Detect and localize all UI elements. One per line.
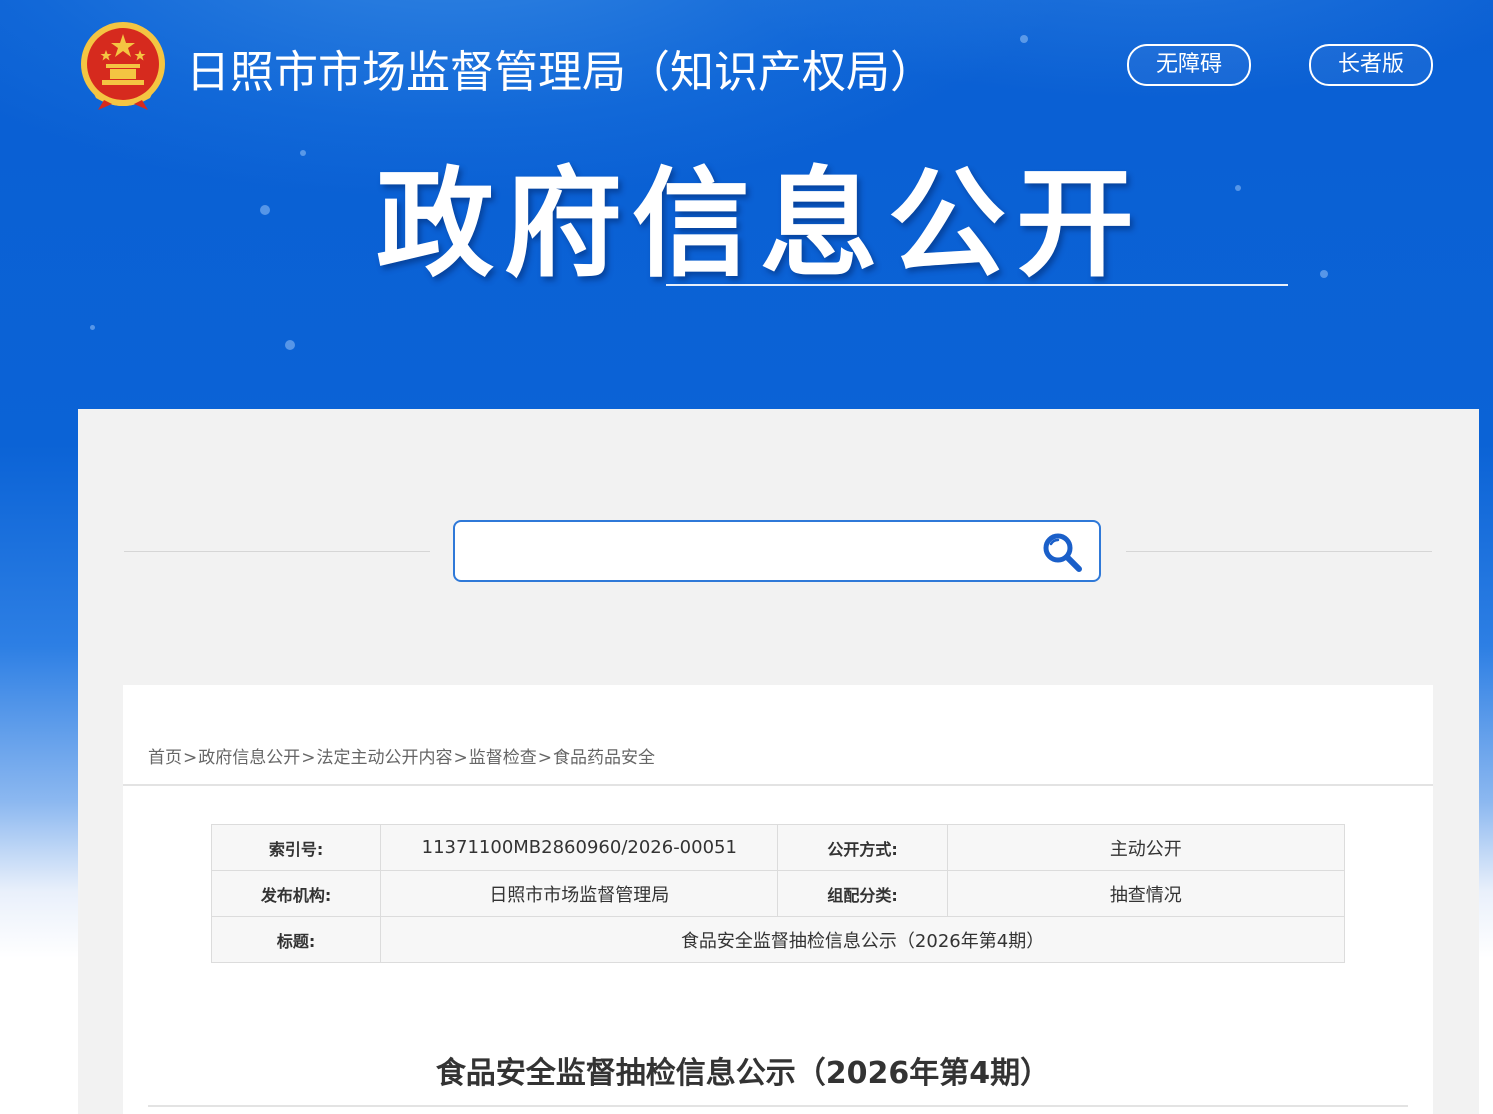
index-label: 索引号: <box>210 824 382 871</box>
breadcrumb-separator: > <box>183 748 198 768</box>
elderly-mode-button[interactable]: 长者版 <box>1309 44 1433 86</box>
breadcrumb-divider <box>123 784 1433 786</box>
title-label: 标题: <box>210 916 382 963</box>
table-row: 索引号: 11371100MB2860960/2026-00051 公开方式: … <box>210 824 1346 871</box>
search-box <box>453 520 1101 582</box>
breadcrumb-separator: > <box>301 748 316 768</box>
table-row: 标题: 食品安全监督抽检信息公示（2026年第4期） <box>210 916 1345 963</box>
site-name: 日照市市场监督管理局（知识产权局） <box>186 47 934 98</box>
main-container: 首页>政府信息公开>法定主动公开内容>监督检查>食品药品安全 索引号: 1137… <box>78 409 1479 1114</box>
info-meta-table: 索引号: 11371100MB2860960/2026-00051 公开方式: … <box>210 824 1346 963</box>
index-value: 11371100MB2860960/2026-00051 <box>380 824 779 871</box>
disclosure-label: 公开方式: <box>777 824 948 871</box>
sparkle-dot <box>1235 185 1241 191</box>
breadcrumb-gov-info[interactable]: 政府信息公开 <box>198 748 300 768</box>
breadcrumb-home[interactable]: 首页 <box>148 748 182 768</box>
publisher-value: 日照市市场监督管理局 <box>380 870 779 917</box>
sparkle-dot <box>1020 35 1028 43</box>
accessibility-button[interactable]: 无障碍 <box>1127 44 1251 86</box>
search-input[interactable] <box>469 532 1013 572</box>
category-label: 组配分类: <box>777 870 948 917</box>
content-panel: 首页>政府信息公开>法定主动公开内容>监督检查>食品药品安全 索引号: 1137… <box>123 685 1433 1114</box>
search-decor-line <box>124 551 430 552</box>
article-divider <box>148 1105 1408 1107</box>
title-value: 食品安全监督抽检信息公示（2026年第4期） <box>380 916 1345 963</box>
disclosure-value: 主动公开 <box>946 824 1346 871</box>
national-emblem-icon <box>81 22 165 110</box>
category-value: 抽查情况 <box>946 870 1346 917</box>
sparkle-dot <box>300 150 306 156</box>
breadcrumb-separator: > <box>453 748 468 768</box>
banner-underline <box>666 284 1288 286</box>
sparkle-dot <box>285 340 295 350</box>
search-icon[interactable] <box>1039 530 1085 574</box>
breadcrumb-food-drug-safety[interactable]: 食品药品安全 <box>553 748 655 768</box>
sparkle-dot <box>260 205 270 215</box>
breadcrumb: 首页>政府信息公开>法定主动公开内容>监督检查>食品药品安全 <box>148 743 655 768</box>
breadcrumb-separator: > <box>537 748 552 768</box>
breadcrumb-supervision[interactable]: 监督检查 <box>469 748 537 768</box>
sparkle-dot <box>90 325 95 330</box>
article-title: 食品安全监督抽检信息公示（2026年第4期） <box>435 1056 1051 1091</box>
banner-title: 政府信息公开 <box>376 155 1145 293</box>
breadcrumb-statutory-content[interactable]: 法定主动公开内容 <box>317 748 453 768</box>
table-row: 发布机构: 日照市市场监督管理局 组配分类: 抽查情况 <box>210 870 1346 917</box>
search-decor-line <box>1126 551 1432 552</box>
sparkle-dot <box>1320 270 1328 278</box>
publisher-label: 发布机构: <box>210 870 382 917</box>
